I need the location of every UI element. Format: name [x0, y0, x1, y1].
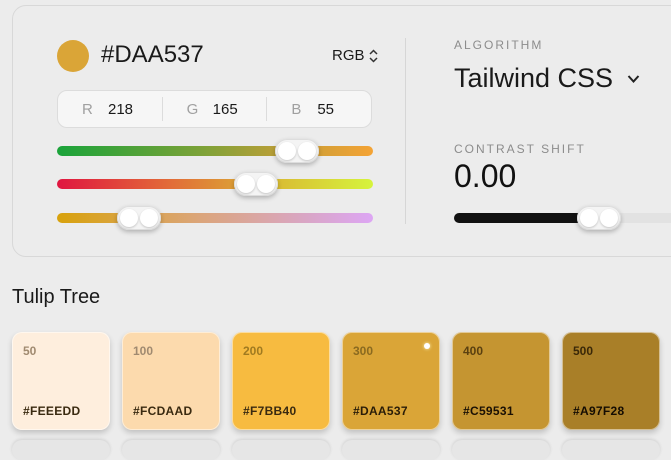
chevron-up-down-icon — [368, 48, 378, 63]
contrast-shift-label: CONTRAST SHIFT — [454, 142, 586, 156]
swatch-hex-label: #C59531 — [463, 404, 514, 418]
palette-swatch-200[interactable]: 200 #F7BB40 — [232, 332, 330, 430]
green-slider-handle[interactable] — [234, 172, 279, 196]
next-row-card — [12, 440, 110, 460]
next-row-card — [562, 440, 660, 460]
algorithm-select[interactable]: Tailwind CSS — [454, 63, 640, 94]
green-channel-label: G — [186, 100, 199, 118]
swatch-hex-label: #DAA537 — [353, 404, 408, 418]
contrast-shift-value: 0.00 — [454, 158, 517, 194]
color-mode-label: RGB — [332, 47, 365, 64]
swatch-hex-label: #FCDAAD — [133, 404, 193, 418]
algorithm-label: ALGORITHM — [454, 38, 544, 52]
palette-swatch-300[interactable]: 300 #DAA537 — [342, 332, 440, 430]
swatch-hex-label: #F7BB40 — [243, 404, 297, 418]
selected-indicator-icon — [424, 343, 430, 349]
green-channel-field[interactable]: G 165 — [161, 97, 267, 121]
red-channel-field[interactable]: R 218 — [58, 97, 162, 121]
next-row-card — [342, 440, 440, 460]
blue-channel-field[interactable]: B 55 — [266, 97, 371, 121]
palette-swatch-50[interactable]: 50 #FEEEDD — [12, 332, 110, 430]
palette-swatch-400[interactable]: 400 #C59531 — [452, 332, 550, 430]
next-row-card — [232, 440, 330, 460]
red-channel-value[interactable]: 218 — [108, 101, 133, 118]
blue-channel-value[interactable]: 55 — [317, 101, 334, 118]
blue-slider-handle[interactable] — [117, 206, 162, 230]
swatch-hex-label: #A97F28 — [573, 404, 625, 418]
red-slider-track[interactable] — [57, 146, 373, 156]
next-row-card — [122, 440, 220, 460]
swatch-hex-label: #FEEEDD — [23, 404, 81, 418]
swatch-step-label: 200 — [243, 344, 264, 358]
algorithm-value: Tailwind CSS — [454, 63, 614, 93]
swatch-step-label: 500 — [573, 344, 594, 358]
palette-name: Tulip Tree — [12, 286, 101, 308]
palette-swatch-500[interactable]: 500 #A97F28 — [562, 332, 660, 430]
next-row-card — [452, 440, 550, 460]
swatch-step-label: 300 — [353, 344, 374, 358]
chevron-down-icon — [627, 74, 640, 83]
red-channel-label: R — [82, 100, 93, 118]
green-channel-value[interactable]: 165 — [213, 101, 238, 118]
red-slider-handle[interactable] — [275, 139, 320, 163]
color-mode-select[interactable]: RGB — [332, 47, 378, 64]
contrast-shift-track[interactable] — [454, 213, 671, 223]
rgb-inputs: R 218 G 165 B 55 — [57, 90, 372, 128]
palette-swatch-100[interactable]: 100 #FCDAAD — [122, 332, 220, 430]
swatch-step-label: 100 — [133, 344, 154, 358]
hex-value[interactable]: #DAA537 — [101, 41, 204, 69]
blue-slider-track[interactable] — [57, 213, 373, 223]
current-color-swatch — [57, 40, 89, 72]
contrast-shift-handle[interactable] — [577, 206, 621, 230]
swatch-step-label: 50 — [23, 344, 37, 358]
green-slider-track[interactable] — [57, 179, 373, 189]
blue-channel-label: B — [291, 100, 302, 118]
panel-divider — [405, 38, 406, 224]
swatch-step-label: 400 — [463, 344, 484, 358]
